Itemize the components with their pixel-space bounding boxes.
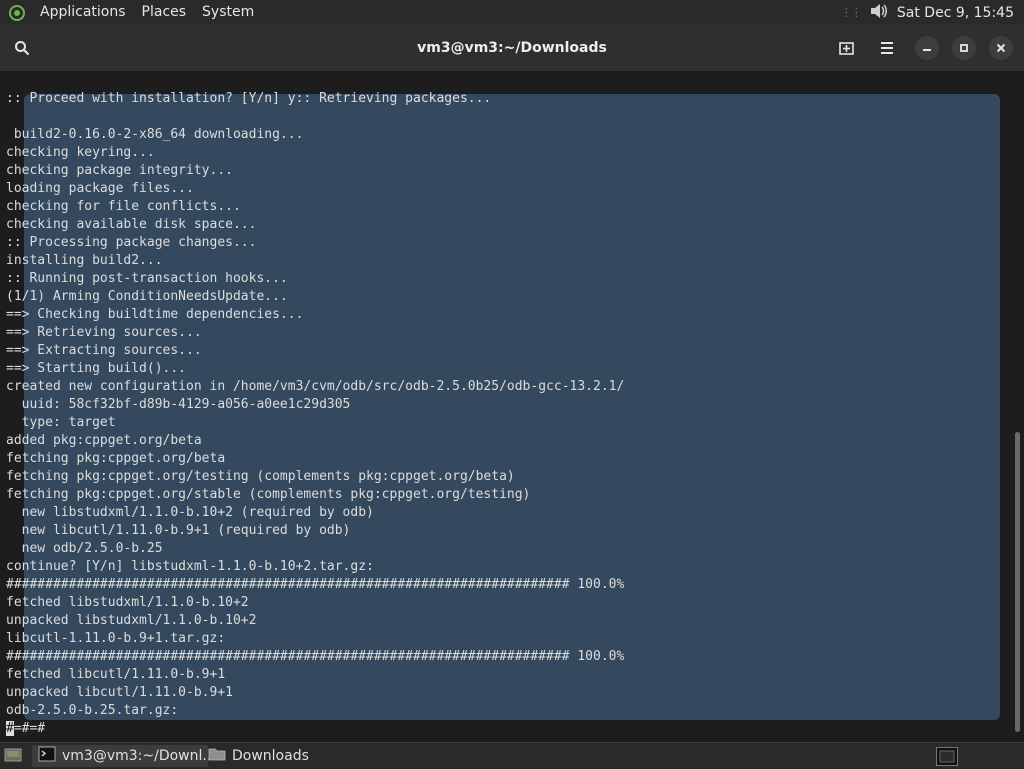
volume-icon[interactable]: [869, 2, 889, 24]
terminal-line: :: Processing package changes...: [6, 235, 257, 250]
taskbar-item-terminal[interactable]: vm3@vm3:~/Downl...: [32, 745, 216, 767]
taskbar-item-label: Downloads: [232, 748, 309, 764]
terminal-line: unpacked libstudxml/1.1.0-b.10+2: [6, 613, 257, 628]
terminal-line: :: Running post-transaction hooks...: [6, 271, 288, 286]
window-titlebar[interactable]: vm3@vm3:~/Downloads: [0, 25, 1024, 72]
terminal-line: continue? [Y/n] libstudxml-1.1.0-b.10+2.…: [6, 559, 374, 574]
panel-separator: ⋮⋮: [840, 6, 862, 19]
taskbar-item-downloads[interactable]: Downloads: [202, 745, 334, 767]
terminal-line: (1/1) Arming ConditionNeedsUpdate...: [6, 289, 288, 304]
terminal-line: type: target: [6, 415, 116, 430]
terminal-line: libcutl-1.11.0-b.9+1.tar.gz:: [6, 631, 226, 646]
maximize-icon[interactable]: [952, 36, 976, 60]
bottom-taskbar: vm3@vm3:~/Downl... Downloads: [0, 742, 1024, 769]
close-icon[interactable]: [989, 36, 1013, 60]
terminal-line: fetching pkg:cppget.org/stable (compleme…: [6, 487, 531, 502]
hamburger-menu-icon[interactable]: [875, 36, 899, 60]
terminal-line: checking available disk space...: [6, 217, 257, 232]
terminal-line: loading package files...: [6, 181, 194, 196]
terminal-line: ==> Extracting sources...: [6, 343, 202, 358]
terminal-scrollbar[interactable]: [1010, 72, 1024, 742]
terminal-line: uuid: 58cf32bf-d89b-4129-a056-a0ee1c29d3…: [6, 397, 351, 412]
top-panel: Applications Places System ⋮⋮ Sat Dec 9,…: [0, 0, 1024, 25]
terminal-cursor: #: [6, 721, 14, 736]
menu-system[interactable]: System: [194, 0, 262, 25]
terminal-line: new libstudxml/1.1.0-b.10+2 (required by…: [6, 505, 374, 520]
menu-places[interactable]: Places: [134, 0, 195, 25]
terminal-icon: [38, 746, 56, 766]
terminal-text: :: Proceed with installation? [Y/n] y:: …: [6, 90, 1010, 738]
terminal-line: new libcutl/1.11.0-b.9+1 (required by od…: [6, 523, 351, 538]
terminal-line: fetched libcutl/1.11.0-b.9+1: [6, 667, 226, 682]
terminal-line: :: Proceed with installation? [Y/n] y:: …: [6, 91, 492, 106]
terminal-line: ==> Starting build()...: [6, 361, 187, 376]
terminal-line: ==> Checking buildtime dependencies...: [6, 307, 304, 322]
clock[interactable]: Sat Dec 9, 15:45: [897, 5, 1014, 21]
scrollbar-thumb[interactable]: [1015, 432, 1020, 732]
terminal-line: installing build2...: [6, 253, 163, 268]
terminal-line: new odb/2.5.0-b.25: [6, 541, 163, 556]
window-title: vm3@vm3:~/Downloads: [417, 40, 607, 56]
terminal-line: fetching pkg:cppget.org/beta: [6, 451, 226, 466]
terminal-progress-text: =#=#: [13, 721, 46, 736]
terminal-line: checking package integrity...: [6, 163, 233, 178]
terminal-line: ########################################…: [6, 649, 625, 664]
terminal-line: build2-0.16.0-2-x86_64 downloading...: [6, 127, 304, 142]
terminal-line: fetching pkg:cppget.org/testing (complem…: [6, 469, 515, 484]
terminal-line: created new configuration in /home/vm3/c…: [6, 379, 625, 394]
new-tab-icon[interactable]: [835, 36, 859, 60]
terminal-line: ########################################…: [6, 577, 625, 592]
terminal-line: unpacked libcutl/1.11.0-b.9+1: [6, 685, 233, 700]
distro-logo-icon[interactable]: [6, 2, 28, 24]
terminal-line: checking keyring...: [6, 145, 155, 160]
taskbar-item-label: vm3@vm3:~/Downl...: [62, 748, 216, 764]
minimize-icon[interactable]: [915, 36, 939, 60]
folder-icon: [208, 746, 226, 766]
terminal-line: odb-2.5.0-b.25.tar.gz:: [6, 703, 179, 718]
terminal-output[interactable]: :: Proceed with installation? [Y/n] y:: …: [0, 72, 1010, 742]
terminal-line: checking for file conflicts...: [6, 199, 241, 214]
show-desktop-icon[interactable]: [4, 747, 22, 763]
menu-applications[interactable]: Applications: [32, 0, 134, 25]
terminal-progress-line: #=#=#: [6, 720, 1010, 738]
terminal-line: added pkg:cppget.org/beta: [6, 433, 202, 448]
workspace-switcher[interactable]: [936, 747, 958, 766]
terminal-line: ==> Retrieving sources...: [6, 325, 202, 340]
terminal-line: fetched libstudxml/1.1.0-b.10+2: [6, 595, 249, 610]
